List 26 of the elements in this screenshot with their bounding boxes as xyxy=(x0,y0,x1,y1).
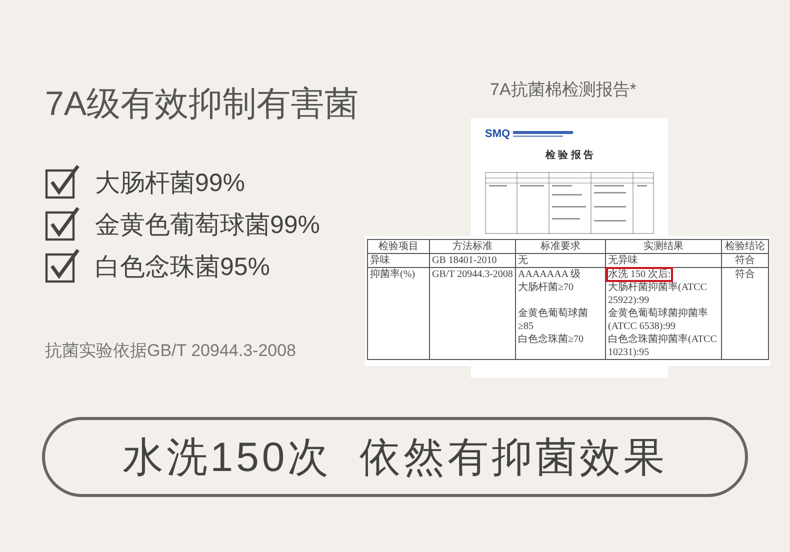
checklist-label: 金黄色葡萄球菌99% xyxy=(95,210,320,240)
slogan-text: 依然有抑菌效果 xyxy=(360,432,668,482)
table-cell: 符合 xyxy=(722,268,768,360)
report-caption: 7A抗菌棉检测报告* xyxy=(490,79,638,101)
table-cell: 抑菌率(%) xyxy=(368,268,430,360)
table-cell: 符合 xyxy=(722,254,768,268)
headline: 7A级有效抑制有害菌 xyxy=(45,84,359,125)
table-cell: 异味 xyxy=(368,254,430,268)
column-header: 标准要求 xyxy=(516,240,606,254)
table-cell: 水洗 150 次后: 大肠杆菌抑菌率(ATCC 25922):99 金黄色葡萄球菌抑菌率(ATCC 6538):99 白色念珠菌抑菌率(ATCC 10231):95 xyxy=(606,268,722,360)
column-header: 检验结论 xyxy=(722,240,768,254)
table-cell: GB 18401-2010 xyxy=(430,254,516,268)
column-header: 检验项目 xyxy=(368,240,430,254)
checklist-label: 白色念珠菌95% xyxy=(95,252,270,282)
report-logo: SMQ xyxy=(485,128,510,140)
report-title: 检 验 报 告 xyxy=(544,148,595,162)
column-header: 方法标准 xyxy=(430,240,516,254)
checklist-label: 大肠杆菌99% xyxy=(95,168,246,198)
table-cell: AAAAAAA 级 大肠杆菌≥70 金黄色葡萄球菌≥85 白色念珠菌≥70 xyxy=(516,268,606,360)
table-cell: 无 xyxy=(516,254,606,268)
table-cell: 无异味 xyxy=(606,254,722,268)
institution-name-drawing xyxy=(513,130,574,138)
slogan-text: 水洗150次 xyxy=(122,432,332,482)
test-basis-note: 抗菌实验依据GB/T 20944.3-2008 xyxy=(45,340,298,362)
table-cell: GB/T 20944.3-2008 xyxy=(430,268,516,360)
column-header: 实测结果 xyxy=(606,240,722,254)
